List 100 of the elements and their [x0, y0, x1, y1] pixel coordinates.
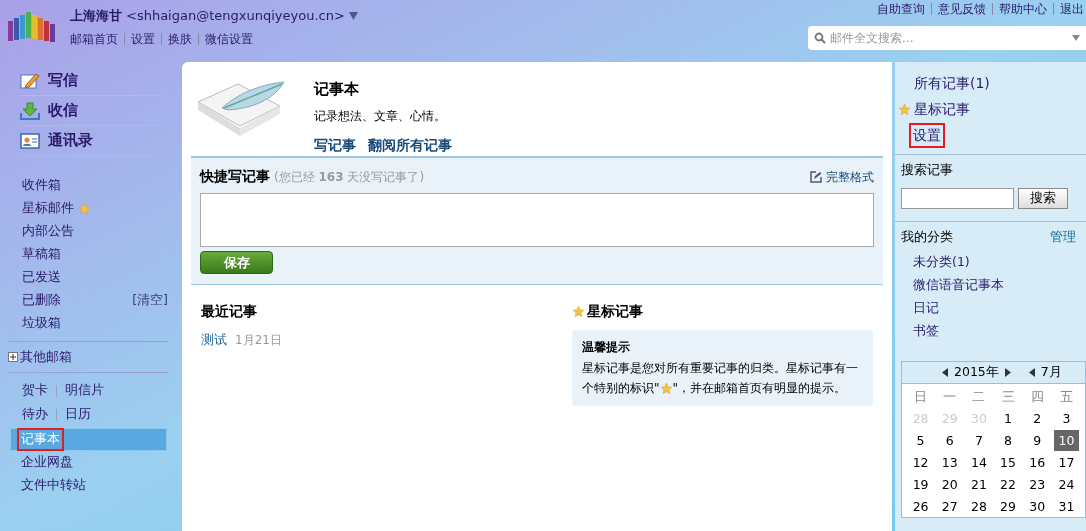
manage-link[interactable]: 管理: [1050, 227, 1080, 247]
folder-item[interactable]: 草稿箱: [22, 245, 61, 264]
calendar-day[interactable]: 31: [1053, 495, 1079, 517]
header-link[interactable]: 换肤: [168, 29, 192, 48]
calendar-day[interactable]: 15: [995, 451, 1021, 473]
action-label: 写信: [48, 70, 78, 92]
calendar-day[interactable]: 9: [1024, 429, 1050, 451]
category-link[interactable]: 未分类(1): [913, 252, 1080, 271]
search-field[interactable]: 邮件全文搜索...: [808, 26, 1086, 50]
top-link[interactable]: 意见反馈: [938, 0, 986, 18]
folder-item[interactable]: 星标邮件: [22, 199, 74, 218]
category-link[interactable]: 微信语音记事本: [913, 275, 1080, 294]
app-label: 文件中转站: [21, 476, 86, 495]
folder-item[interactable]: 内部公告: [22, 222, 74, 241]
notebook-link[interactable]: 写记事: [314, 134, 356, 156]
sidebar-action[interactable]: 收信: [20, 96, 164, 126]
tool-link[interactable]: 日历: [65, 405, 91, 424]
notebook-description: 记录想法、文章、心情。: [314, 107, 447, 125]
user-name: 上海海甘: [70, 7, 122, 25]
sidebar-action[interactable]: 写信: [20, 66, 164, 96]
header-link[interactable]: 邮箱首页: [70, 29, 118, 48]
tool-link[interactable]: 待办: [22, 405, 48, 424]
calendar-day[interactable]: 20: [937, 473, 963, 495]
full-format-link[interactable]: 完整格式: [810, 167, 874, 186]
search-notes-title: 搜索记事: [901, 161, 954, 179]
notebook-link[interactable]: 翻阅所有记事: [368, 134, 452, 156]
categories-title: 我的分类: [901, 227, 953, 246]
tool-link[interactable]: 贺卡: [22, 381, 48, 400]
calendar-day[interactable]: 22: [995, 473, 1021, 495]
calendar-month: 7月: [1040, 362, 1062, 381]
edit-icon: [810, 170, 822, 183]
notes-filter-link[interactable]: 所有记事(1): [914, 72, 990, 94]
note-link[interactable]: 测试: [201, 330, 227, 350]
calendar-day[interactable]: 27: [937, 495, 963, 517]
calendar-day[interactable]: 6: [937, 429, 963, 451]
category-link[interactable]: 日记: [913, 298, 1080, 317]
calendar-day[interactable]: 8: [995, 429, 1021, 451]
calendar-day[interactable]: 23: [1024, 473, 1050, 495]
top-link[interactable]: 自助查询: [877, 0, 925, 18]
calendar-day[interactable]: 24: [1053, 473, 1079, 495]
notes-filter-link[interactable]: 设置: [911, 124, 943, 146]
other-mailboxes-link[interactable]: 其他邮箱: [20, 347, 72, 367]
caret-icon[interactable]: [348, 11, 358, 20]
plus-box-icon[interactable]: [8, 352, 18, 362]
weekday-label: 三: [1000, 387, 1016, 406]
save-button[interactable]: 保存: [200, 251, 273, 274]
action-label: 通讯录: [48, 130, 93, 152]
calendar-day[interactable]: 3: [1053, 407, 1079, 429]
calendar-day[interactable]: 19: [908, 473, 934, 495]
header-link[interactable]: 微信设置: [205, 29, 253, 48]
tool-link[interactable]: 明信片: [65, 381, 104, 400]
notes-filter-link[interactable]: 星标记事: [914, 98, 970, 120]
calendar-day[interactable]: 12: [908, 451, 934, 473]
folder-item[interactable]: 已发送: [22, 268, 61, 287]
folder-item[interactable]: 收件箱: [22, 176, 61, 195]
note-input[interactable]: [200, 193, 874, 247]
header-link[interactable]: 设置: [131, 29, 155, 48]
weekday-label: 四: [1029, 387, 1045, 406]
calendar-day[interactable]: 17: [1053, 451, 1079, 473]
previous-year-icon[interactable]: [942, 367, 948, 377]
category-link[interactable]: 书签: [913, 321, 1080, 340]
pencil-note-icon: [20, 71, 40, 90]
top-link[interactable]: 帮助中心: [999, 0, 1047, 18]
folder-item[interactable]: 垃圾箱: [22, 314, 61, 333]
calendar-day[interactable]: 29: [995, 495, 1021, 517]
search-input[interactable]: 邮件全文搜索...: [830, 29, 1068, 47]
calendar-day[interactable]: 13: [937, 451, 963, 473]
empty-trash-link[interactable]: [清空]: [132, 291, 168, 310]
starred-notes-title: 星标记事: [587, 302, 643, 321]
weekday-label: 五: [1058, 387, 1074, 406]
calendar-year: 2015年: [954, 362, 999, 381]
calendar-day[interactable]: 1: [995, 407, 1021, 429]
tip-title: 温馨提示: [582, 339, 631, 356]
weekday-label: 日: [913, 387, 929, 406]
calendar-day[interactable]: 2: [1024, 407, 1050, 429]
weekday-label: 二: [971, 387, 987, 406]
dropdown-caret-icon[interactable]: [1072, 35, 1080, 41]
app-item[interactable]: 企业网盘: [10, 451, 167, 474]
calendar-day[interactable]: 28: [966, 495, 992, 517]
app-item[interactable]: 文件中转站: [10, 474, 167, 497]
star-icon: [659, 382, 673, 395]
sidebar-action[interactable]: 通讯录: [20, 126, 164, 156]
quick-note-title: 快捷写记事: [200, 167, 270, 186]
notes-search-field[interactable]: [901, 187, 1014, 209]
top-link[interactable]: 退出: [1060, 0, 1084, 18]
calendar-day[interactable]: 14: [966, 451, 992, 473]
calendar-day[interactable]: 7: [966, 429, 992, 451]
search-button[interactable]: 搜索: [1018, 187, 1068, 209]
user-email: <shhaigan@tengxunqiyeyou.cn>: [126, 7, 345, 25]
calendar-day[interactable]: 21: [966, 473, 992, 495]
calendar-day[interactable]: 16: [1024, 451, 1050, 473]
note-date: 1月21日: [235, 331, 282, 349]
next-year-icon[interactable]: [1004, 367, 1011, 377]
previous-month-icon[interactable]: [1028, 367, 1035, 377]
calendar-day[interactable]: 5: [908, 429, 934, 451]
calendar-day[interactable]: 10: [1053, 429, 1079, 451]
recent-notes-title: 最近记事: [201, 302, 258, 321]
calendar-day[interactable]: 30: [1024, 495, 1050, 517]
calendar-day[interactable]: 26: [908, 495, 934, 517]
folder-item[interactable]: 已删除: [22, 291, 61, 310]
